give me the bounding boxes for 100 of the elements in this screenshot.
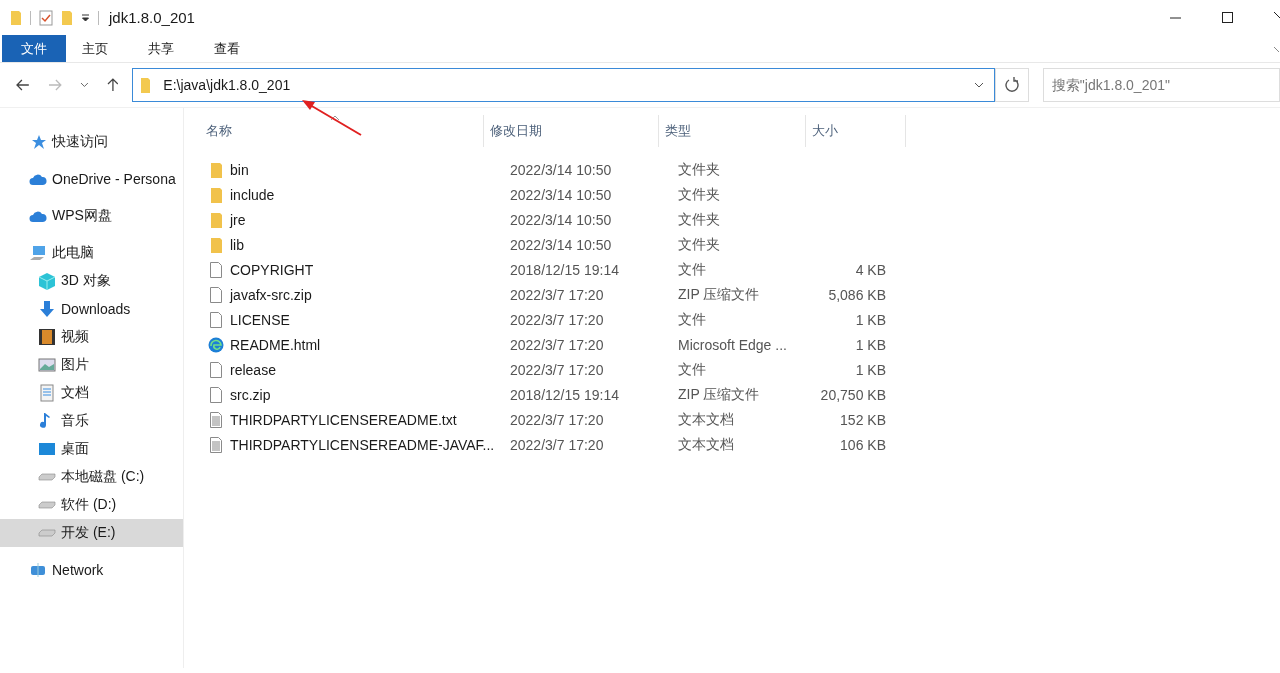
sidebar-item[interactable]: 图片 xyxy=(0,351,183,379)
file-size: 1 KB xyxy=(855,311,886,328)
sidebar-item[interactable]: 视频 xyxy=(0,323,183,351)
dropdown-icon[interactable] xyxy=(81,13,90,22)
file-name[interactable]: THIRDPARTYLICENSEREADME-JAVAF... xyxy=(230,436,495,453)
folder-icon xyxy=(208,210,224,229)
file-size: 5,086 KB xyxy=(828,286,886,303)
file-name[interactable]: THIRDPARTYLICENSEREADME.txt xyxy=(230,411,457,428)
drive-icon xyxy=(38,501,56,509)
ribbon-tab[interactable]: 共享 xyxy=(132,35,190,62)
document-icon xyxy=(38,384,56,402)
ribbon-tab[interactable]: 文件 xyxy=(2,35,66,62)
file-type: 文件夹 xyxy=(678,160,720,179)
modified-date: 2022/3/7 17:20 xyxy=(510,361,604,378)
refresh-button[interactable] xyxy=(995,68,1029,102)
picture-icon xyxy=(38,356,56,374)
file-type: 文件夹 xyxy=(678,210,720,229)
film-icon xyxy=(38,328,56,346)
sidebar-item[interactable]: 文档 xyxy=(0,379,183,407)
file-type: 文件夹 xyxy=(678,235,720,254)
modified-date: 2022/3/14 10:50 xyxy=(510,186,612,203)
desktop-icon xyxy=(38,440,56,458)
file-size: 1 KB xyxy=(855,336,886,353)
up-arrow-icon[interactable] xyxy=(106,78,119,92)
file-type: 文件夹 xyxy=(678,185,720,204)
back-arrow-icon[interactable] xyxy=(16,79,30,91)
file-icon xyxy=(208,285,224,304)
text-file-icon xyxy=(208,435,224,454)
address-bar[interactable]: E:\java\jdk1.8.0_201 xyxy=(132,68,996,102)
file-icon xyxy=(208,360,224,379)
file-size: 1 KB xyxy=(855,361,886,378)
file-name[interactable]: src.zip xyxy=(230,386,271,403)
file-name[interactable]: LICENSE xyxy=(230,311,290,328)
file-type: 文件 xyxy=(678,360,706,379)
file-type: 文本文档 xyxy=(678,435,734,454)
modified-date: 2022/3/14 10:50 xyxy=(510,161,612,178)
folder-icon xyxy=(208,235,224,254)
window-title: jdk1.8.0_201 xyxy=(109,9,195,26)
modified-date: 2022/3/14 10:50 xyxy=(510,211,612,228)
modified-date: 2022/3/7 17:20 xyxy=(510,411,604,428)
file-type: 文件 xyxy=(678,310,706,329)
folder-icon xyxy=(141,77,152,93)
modified-date: 2018/12/15 19:14 xyxy=(510,386,619,403)
modified-date: 2022/3/14 10:50 xyxy=(510,236,612,253)
file-name[interactable]: include xyxy=(230,186,275,203)
file-type: 文本文档 xyxy=(678,410,734,429)
file-type: ZIP 压缩文件 xyxy=(678,285,760,304)
file-size: 152 KB xyxy=(840,411,886,428)
sidebar-item[interactable]: OneDrive - Persona xyxy=(0,165,183,193)
modified-date: 2022/3/7 17:20 xyxy=(510,336,604,353)
file-size: 20,750 KB xyxy=(820,386,886,403)
file-name[interactable]: lib xyxy=(230,236,244,253)
sidebar-item[interactable]: 本地磁盘 (C:) xyxy=(0,463,183,491)
column-header[interactable]: 修改日期 xyxy=(484,115,659,147)
file-size: 106 KB xyxy=(840,436,886,453)
file-name[interactable]: README.html xyxy=(230,336,321,353)
modified-date: 2018/12/15 19:14 xyxy=(510,261,619,278)
checklist-icon[interactable] xyxy=(39,9,53,26)
refresh-icon xyxy=(1004,77,1021,93)
download-icon xyxy=(38,300,56,318)
sidebar-item[interactable]: 快速访问 xyxy=(0,128,183,156)
file-name[interactable]: javafx-src.zip xyxy=(230,286,312,303)
sidebar-item[interactable]: Downloads xyxy=(0,295,183,323)
file-size: 4 KB xyxy=(855,261,886,278)
computer-icon xyxy=(29,245,47,261)
file-name[interactable]: jre xyxy=(230,211,246,228)
file-name[interactable]: release xyxy=(230,361,276,378)
sidebar-item[interactable]: Network xyxy=(0,556,183,584)
modified-date: 2022/3/7 17:20 xyxy=(510,311,604,328)
ribbon-tab[interactable]: 主页 xyxy=(66,35,124,62)
ribbon-tab[interactable]: 查看 xyxy=(198,35,256,62)
browser-icon xyxy=(208,335,224,354)
file-type: 文件 xyxy=(678,260,706,279)
file-icon xyxy=(208,260,224,279)
file-type: Microsoft Edge ... xyxy=(678,336,787,353)
folder-icon xyxy=(208,185,224,204)
sidebar-item[interactable]: 3D 对象 xyxy=(0,267,183,295)
sidebar-item[interactable]: 软件 (D:) xyxy=(0,491,183,519)
file-type: ZIP 压缩文件 xyxy=(678,385,760,404)
file-icon xyxy=(208,385,224,404)
sidebar-item[interactable]: 此电脑 xyxy=(0,239,183,267)
sidebar-item[interactable]: 桌面 xyxy=(0,435,183,463)
search-field[interactable]: 搜索"jdk1.8.0_201" xyxy=(1042,68,1280,102)
drive-icon xyxy=(38,473,56,481)
folder-icon xyxy=(208,160,224,179)
drive-icon xyxy=(38,529,56,537)
file-icon xyxy=(208,310,224,329)
sidebar-item[interactable]: 开发 (E:) xyxy=(0,519,183,547)
text-file-icon xyxy=(208,410,224,429)
annotation-arrow xyxy=(301,99,363,137)
column-header[interactable]: 大小 xyxy=(806,115,906,147)
file-name[interactable]: bin xyxy=(230,161,249,178)
modified-date: 2022/3/7 17:20 xyxy=(510,286,604,303)
network-icon xyxy=(29,562,47,578)
sidebar-item[interactable]: 音乐 xyxy=(0,407,183,435)
sidebar-item[interactable]: WPS网盘 xyxy=(0,202,183,230)
column-header[interactable]: 类型 xyxy=(659,115,806,147)
maximize-icon[interactable] xyxy=(1222,11,1234,24)
file-name[interactable]: COPYRIGHT xyxy=(230,261,314,278)
column-header[interactable]: 名称 xyxy=(184,115,484,147)
